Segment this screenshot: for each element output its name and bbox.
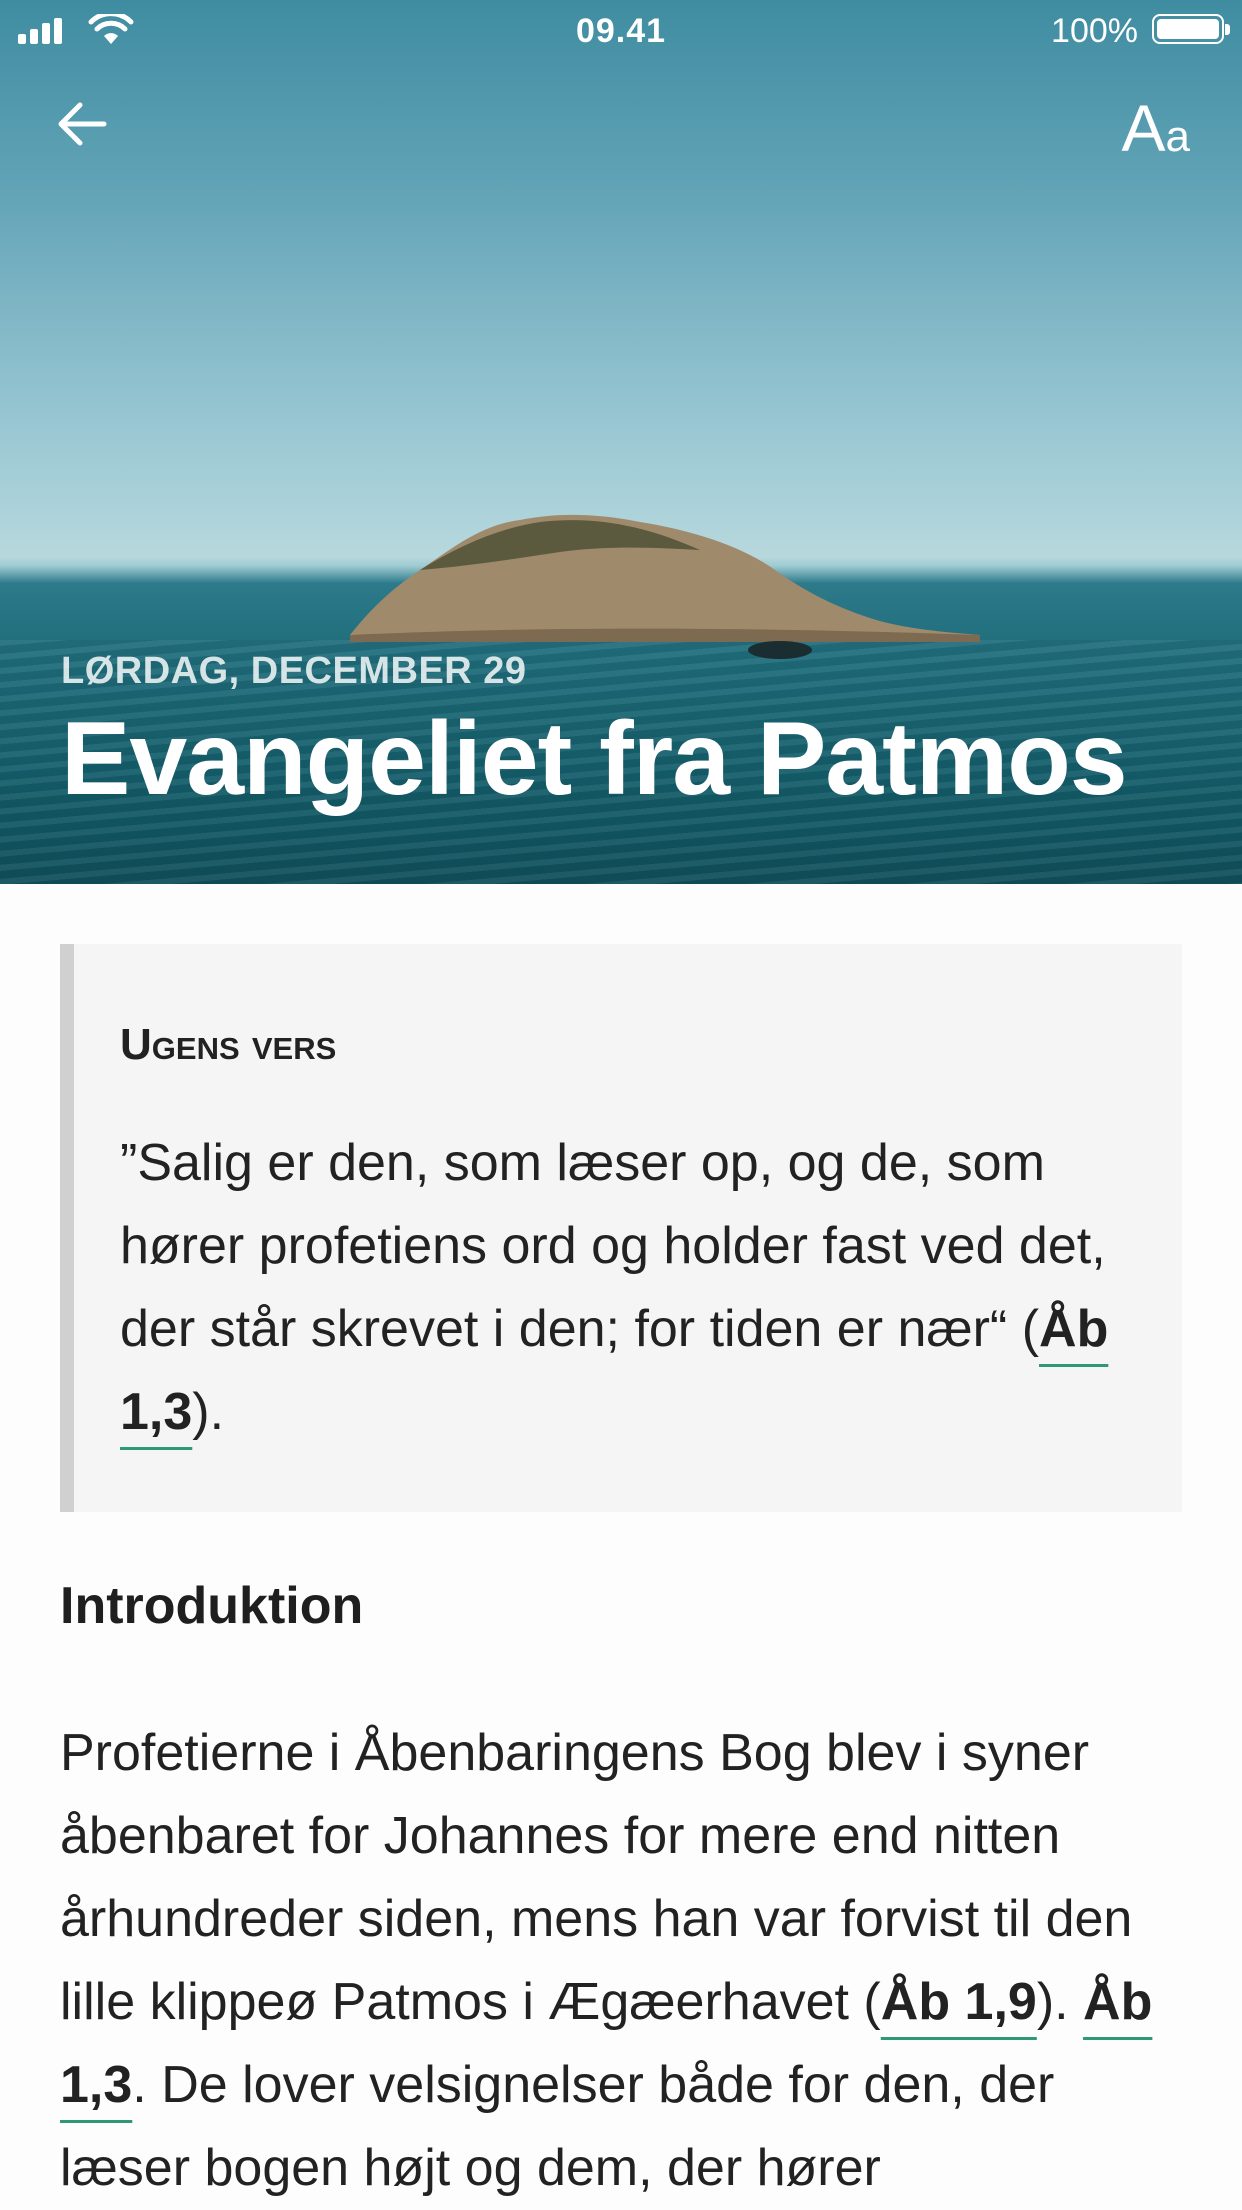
font-size-icon-small: a bbox=[1165, 112, 1190, 161]
battery-percentage: 100% bbox=[1051, 12, 1138, 50]
lesson-date: LØRDAG, DECEMBER 29 bbox=[61, 650, 527, 692]
font-size-icon-large: A bbox=[1121, 91, 1166, 165]
font-size-button[interactable]: Aa bbox=[1121, 90, 1190, 166]
bible-reference-link[interactable]: Åb 1,9 bbox=[881, 1973, 1037, 2031]
memory-verse-end: ). bbox=[192, 1383, 225, 1441]
hero-header: 09.41 100% Aa LØRDAG, DECEMBER 29 Evange… bbox=[0, 0, 1242, 884]
intro-paragraph: Profetierne i Åbenbaringens Bog blev i s… bbox=[60, 1712, 1190, 2210]
memory-verse-heading: Ugens vers bbox=[120, 1020, 337, 1069]
memory-verse-quote: ”Salig er den, som læser op, og de, som … bbox=[120, 1134, 1106, 1358]
back-arrow-icon[interactable] bbox=[54, 96, 110, 152]
intro-text-part: ). bbox=[1036, 1973, 1084, 2031]
memory-verse-text: ”Salig er den, som læser op, og de, som … bbox=[120, 1122, 1130, 1454]
section-heading: Introduktion bbox=[60, 1577, 364, 1635]
intro-text-part: . De lover velsignelser både for den, de… bbox=[60, 2056, 1055, 2197]
battery-icon bbox=[1152, 14, 1230, 44]
status-bar: 09.41 100% bbox=[0, 0, 1242, 62]
memory-verse-box: Ugens vers ”Salig er den, som læser op, … bbox=[60, 944, 1182, 1512]
lesson-title: Evangeliet fra Patmos bbox=[61, 701, 1128, 817]
